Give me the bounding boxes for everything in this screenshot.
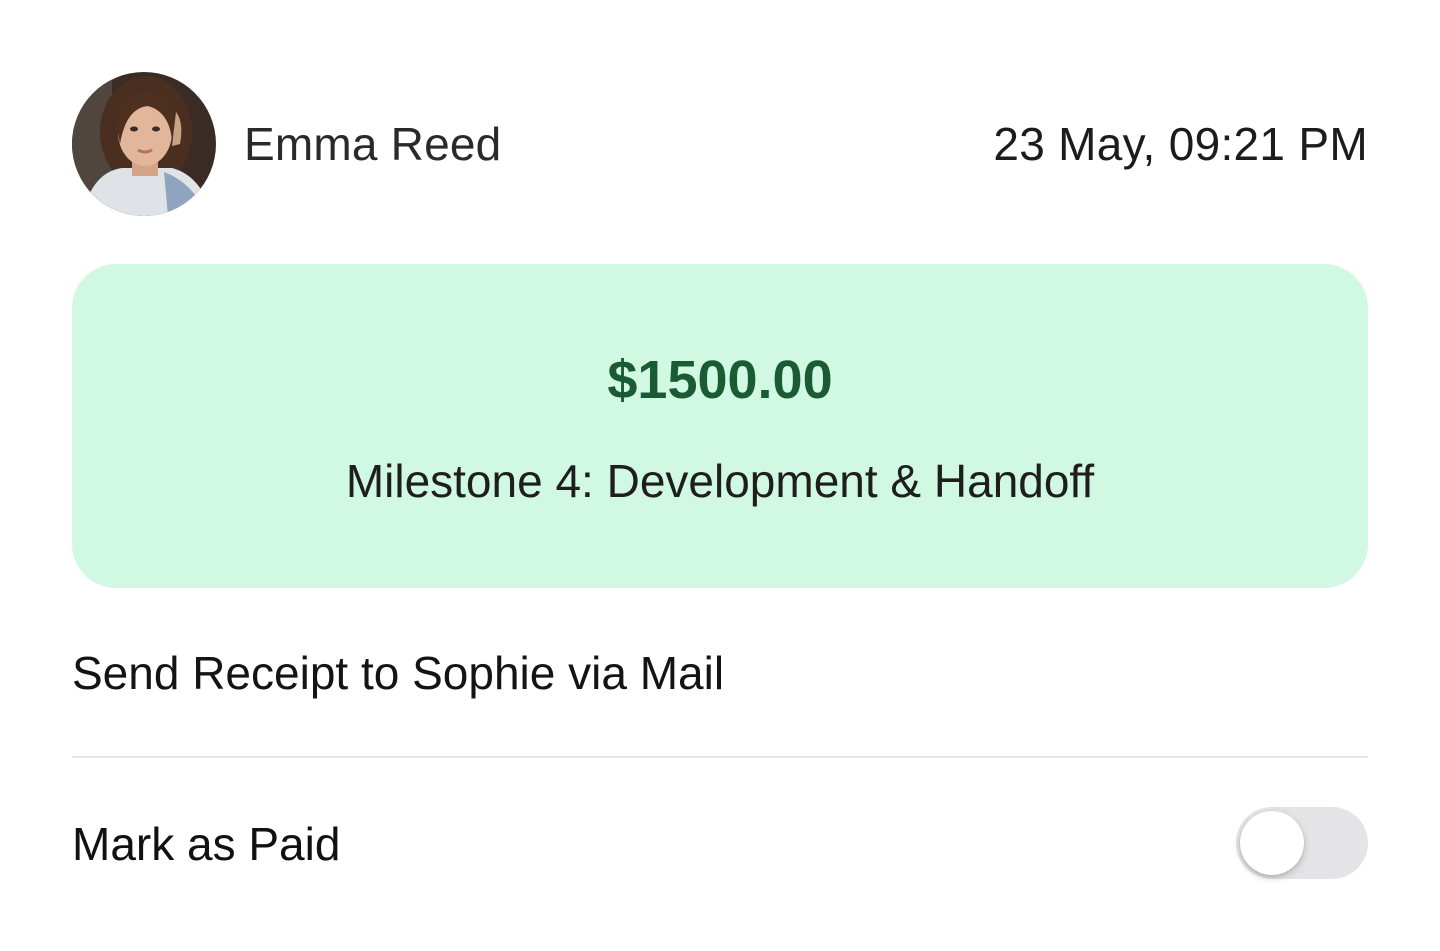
- amount-panel: [72, 264, 1368, 588]
- toggle-knob: [1240, 811, 1304, 875]
- divider: [72, 756, 1368, 758]
- mark-as-paid-toggle[interactable]: [1236, 807, 1368, 879]
- avatar-photo: [72, 72, 216, 216]
- send-receipt-link[interactable]: Send Receipt to Sophie via Mail: [72, 644, 724, 702]
- payment-card: Emma Reed 23 May, 09:21 PM $1500.00 Mile…: [0, 0, 1440, 951]
- avatar: [72, 72, 216, 216]
- payment-amount: $1500.00: [607, 350, 833, 410]
- user-name: Emma Reed: [244, 118, 502, 170]
- milestone-description: Milestone 4: Development & Handoff: [345, 455, 1095, 507]
- payment-timestamp: 23 May, 09:21 PM: [993, 118, 1368, 170]
- card-header: Emma Reed 23 May, 09:21 PM: [72, 72, 1368, 216]
- mark-as-paid-label: Mark as Paid: [72, 818, 341, 870]
- user-info: Emma Reed: [72, 72, 501, 216]
